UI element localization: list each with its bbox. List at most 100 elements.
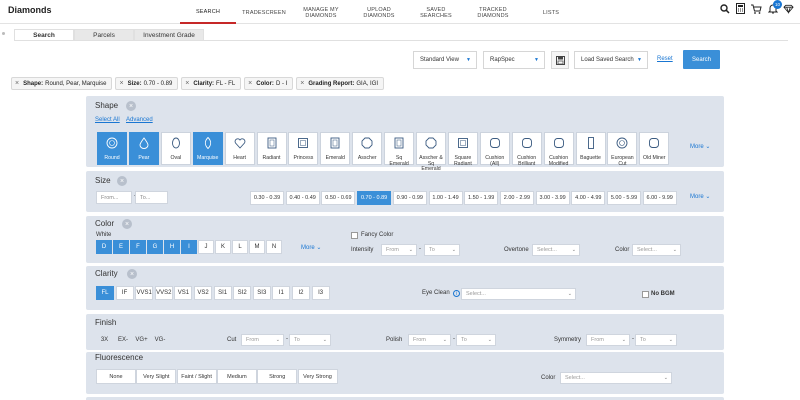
size-range-button[interactable]: 1.50 - 1.99	[464, 191, 499, 205]
size-range-button[interactable]: 0.30 - 0.39	[250, 191, 284, 205]
clarity-grade-si3[interactable]: SI3	[252, 286, 271, 300]
fancy-color-checkbox[interactable]	[351, 232, 358, 239]
size-range-button[interactable]: 0.90 - 0.99	[392, 191, 427, 205]
fluorescence-color-select[interactable]: Select... ⌄	[560, 372, 672, 384]
shape-heart[interactable]: Heart	[224, 132, 255, 165]
clarity-grade-vvs1[interactable]: VVS1	[135, 286, 154, 300]
calculator-icon[interactable]	[735, 3, 746, 14]
shape-more-link[interactable]: More ⌄	[690, 143, 710, 150]
size-range-button[interactable]: 3.00 - 3.99	[535, 191, 570, 205]
search-button[interactable]: Search	[683, 50, 720, 69]
color-grade-d[interactable]: D	[96, 240, 112, 254]
clear-clarity-icon[interactable]: ×	[127, 269, 137, 279]
view-select[interactable]: Standard View ▼	[413, 51, 477, 69]
spec-select[interactable]: RapSpec ▼	[483, 51, 545, 69]
search-icon[interactable]	[719, 3, 730, 14]
nav-saved-searches[interactable]: SAVED SEARCHES	[408, 0, 464, 24]
close-icon[interactable]: ×	[185, 80, 189, 87]
fluorescence-strong[interactable]: Strong	[257, 369, 298, 384]
load-saved-search-select[interactable]: Load Saved Search ▼	[574, 51, 648, 69]
color-grade-l[interactable]: L	[232, 240, 248, 254]
cut-from-select[interactable]: From ⌄	[241, 334, 284, 346]
shape-oval[interactable]: Oval	[160, 132, 191, 165]
shape-round[interactable]: Round	[97, 132, 127, 165]
clarity-grade-i2[interactable]: I2	[292, 286, 310, 300]
finish-preset-button[interactable]: 3X	[96, 333, 113, 347]
info-icon[interactable]: i	[453, 290, 460, 297]
color-grade-j[interactable]: J	[198, 240, 214, 254]
size-range-button[interactable]: 2.00 - 2.99	[499, 191, 534, 205]
shape-european-cut[interactable]: European Cut	[607, 132, 638, 166]
clear-size-icon[interactable]: ×	[117, 176, 127, 186]
size-range-button[interactable]: 0.50 - 0.69	[321, 191, 356, 205]
eye-clean-select[interactable]: Select... ⌄	[461, 288, 576, 300]
fancy-color-select[interactable]: Select... ⌄	[632, 244, 681, 256]
shape-asscher-sq-emerald[interactable]: Asscher & Sq Emerald	[416, 132, 446, 172]
cut-to-select[interactable]: To ⌄	[289, 334, 331, 346]
reset-link[interactable]: Reset	[657, 56, 673, 62]
shape-cushion-all[interactable]: Cushion (All)	[479, 132, 510, 166]
overtone-select[interactable]: Select... ⌄	[532, 244, 580, 256]
no-bgm-checkbox[interactable]	[642, 291, 649, 298]
bell-icon[interactable]: 10	[767, 0, 782, 14]
fluorescence-very-strong[interactable]: Very Strong	[297, 369, 338, 384]
shape-cushion-modified[interactable]: Cushion Modified	[543, 132, 574, 166]
color-more-link[interactable]: More ⌄	[301, 244, 321, 251]
clarity-grade-if[interactable]: IF	[115, 286, 134, 300]
clarity-grade-fl[interactable]: FL	[96, 286, 114, 300]
size-more-link[interactable]: More ⌄	[690, 193, 710, 200]
shape-old-miner[interactable]: Old Miner	[639, 132, 670, 165]
color-grade-h[interactable]: H	[164, 240, 180, 254]
color-grade-i[interactable]: I	[181, 240, 197, 254]
nav-upload-diamonds[interactable]: UPLOAD DIAMONDS	[350, 0, 408, 24]
fluorescence-medium[interactable]: Medium	[216, 369, 257, 384]
nav-search[interactable]: SEARCH	[180, 0, 236, 24]
symmetry-from-select[interactable]: From ⌄	[586, 334, 630, 346]
size-range-button[interactable]: 4.00 - 4.99	[571, 191, 606, 205]
finish-preset-button[interactable]: EX-	[115, 333, 132, 347]
clarity-grade-i3[interactable]: I3	[311, 286, 330, 300]
intensity-from-select[interactable]: From ⌄	[381, 244, 417, 256]
advanced-link[interactable]: Advanced	[126, 117, 153, 123]
polish-to-select[interactable]: To ⌄	[456, 334, 496, 346]
close-icon[interactable]: ×	[15, 80, 19, 87]
size-from-input[interactable]: From...	[96, 191, 132, 204]
nav-tracked-diamonds[interactable]: TRACKED DIAMONDS	[464, 0, 522, 24]
shape-asscher[interactable]: Asscher	[352, 132, 383, 165]
symmetry-to-select[interactable]: To ⌄	[635, 334, 677, 346]
shape-marquise[interactable]: Marquise	[192, 132, 223, 165]
size-range-button[interactable]: 6.00 - 9.99	[642, 191, 677, 205]
clarity-grade-i1[interactable]: I1	[272, 286, 291, 300]
fluorescence-very-slight[interactable]: Very Slight	[136, 369, 177, 384]
close-icon[interactable]: ×	[300, 80, 304, 87]
cart-icon[interactable]	[751, 3, 762, 14]
shape-sq-emerald[interactable]: Sq Emerald	[384, 132, 415, 166]
color-grade-n[interactable]: N	[266, 240, 282, 254]
diamond-icon[interactable]	[783, 3, 794, 14]
clear-shape-icon[interactable]: ×	[126, 101, 136, 111]
size-range-button[interactable]: 1.00 - 1.49	[428, 191, 463, 205]
intensity-to-select[interactable]: To ⌄	[424, 244, 460, 256]
nav-tradescreen[interactable]: TRADESCREEN	[236, 0, 292, 24]
clarity-grade-si1[interactable]: SI1	[213, 286, 232, 300]
finish-preset-button[interactable]: VG-	[152, 333, 169, 347]
clarity-grade-vs2[interactable]: VS2	[194, 286, 212, 300]
shape-cushion-brilliant[interactable]: Cushion Brilliant	[511, 132, 542, 166]
shape-baguette[interactable]: Baguette	[575, 132, 606, 165]
fluorescence-faint-slight[interactable]: Faint / Slight	[176, 369, 217, 384]
shape-pear[interactable]: Pear	[128, 132, 159, 165]
color-grade-e[interactable]: E	[113, 240, 129, 254]
size-range-button[interactable]: 0.70 - 0.89	[357, 191, 392, 205]
nav-lists[interactable]: LISTS	[522, 0, 580, 24]
finish-preset-button[interactable]: VG+	[133, 333, 150, 347]
clear-color-icon[interactable]: ×	[122, 219, 132, 229]
color-grade-k[interactable]: K	[215, 240, 231, 254]
size-to-input[interactable]: To...	[135, 191, 168, 204]
clarity-grade-vvs2[interactable]: VVS2	[154, 286, 173, 300]
polish-from-select[interactable]: From ⌄	[408, 334, 451, 346]
nav-manage-my-diamonds[interactable]: MANAGE MY DIAMONDS	[292, 0, 350, 24]
shape-square-radiant[interactable]: Square Radiant	[447, 132, 478, 166]
close-icon[interactable]: ×	[248, 80, 252, 87]
color-grade-f[interactable]: F	[130, 240, 146, 254]
color-grade-g[interactable]: G	[147, 240, 163, 254]
